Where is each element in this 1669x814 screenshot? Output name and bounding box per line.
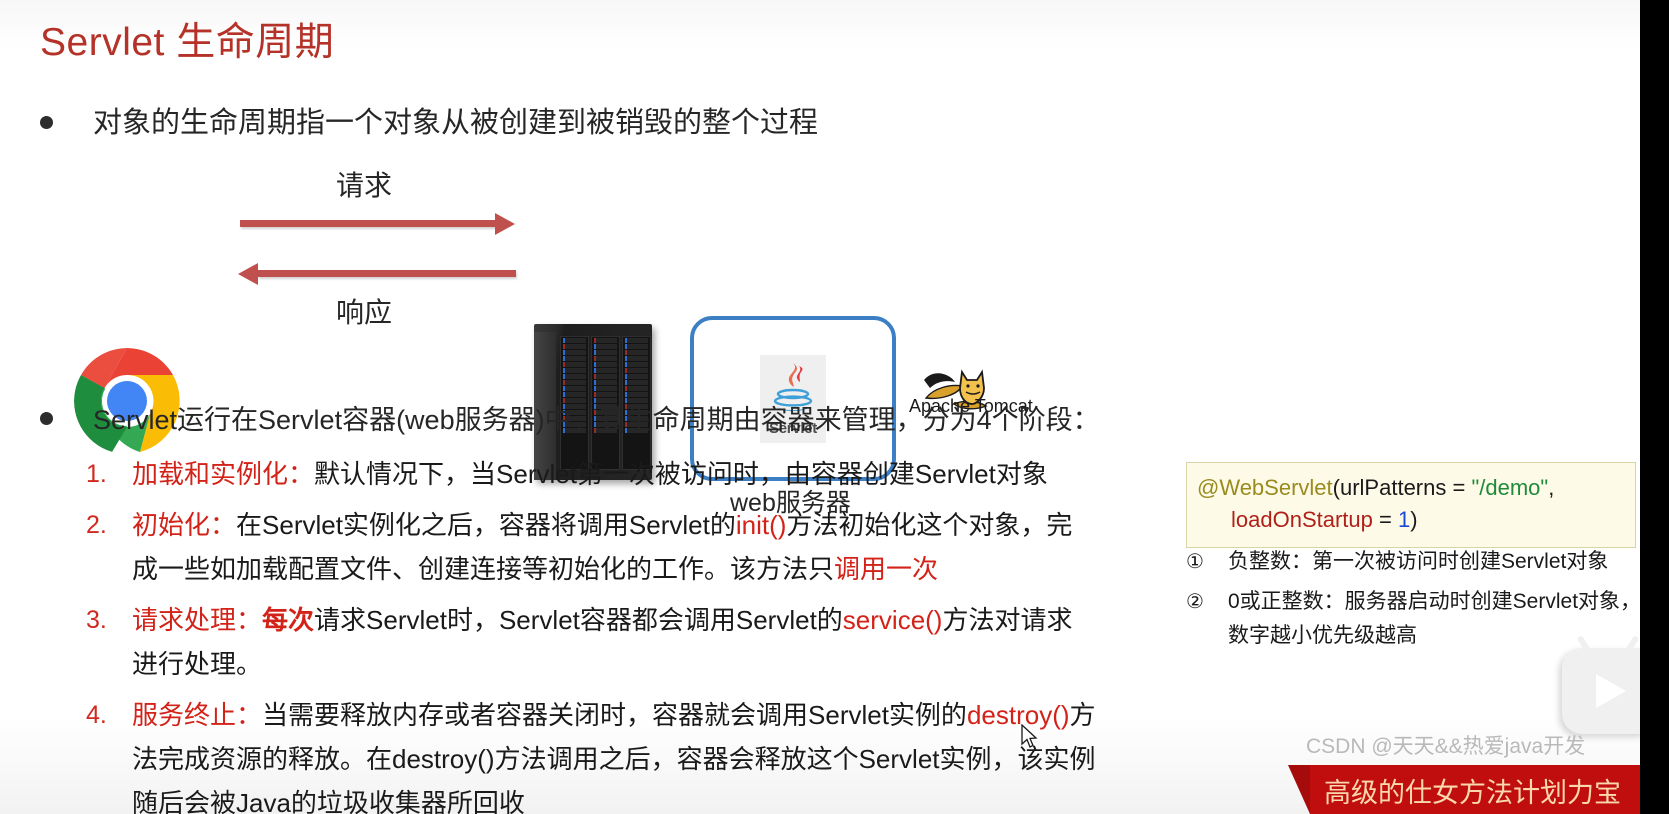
- note-marker: ①: [1186, 551, 1204, 573]
- phase-description: 默认情况下，当Servlet第一次被访问时，由容器创建Servlet对象: [314, 459, 1048, 489]
- bullet-text: 对象的生命周期指一个对象从被创建到被销毁的整个过程: [93, 107, 819, 139]
- bullet-dot-icon: [40, 116, 53, 129]
- lifecycle-diagram: 请求 响应 Servlet web服务器 Apache Tomcat: [0, 150, 1100, 517]
- phase-heading: 请求处理：: [132, 605, 263, 635]
- note-marker: ②: [1186, 591, 1204, 613]
- phase-item-destruction: 4. 服务终止：当需要释放内存或者容器关闭时，容器就会调用Servlet实例的d…: [86, 693, 1096, 814]
- phase-item-initialization: 2. 初始化：在Servlet实例化之后，容器将调用Servlet的init()…: [86, 503, 1096, 591]
- phase-code-init: init(): [735, 510, 787, 540]
- code-value-demo: "/demo": [1471, 475, 1549, 500]
- code-attr-urlpatterns: urlPatterns: [1339, 475, 1447, 500]
- code-line-2: loadOnStartup = 1): [1197, 504, 1625, 536]
- code-open-paren: (: [1332, 475, 1340, 500]
- bullet-item-lifecycle-definition: 对象的生命周期指一个对象从被创建到被销毁的整个过程: [40, 103, 818, 143]
- phase-code-destroy: destroy(): [966, 700, 1070, 730]
- slide-canvas: Servlet 生命周期 对象的生命周期指一个对象从被创建到被销毁的整个过程 请…: [0, 0, 1669, 814]
- response-arrow-label: 响应: [336, 297, 393, 328]
- note-text: 负整数：第一次被访问时创建Servlet对象: [1228, 550, 1609, 573]
- phase-number: 4.: [86, 701, 107, 729]
- csdn-watermark: CSDN @天天&&热爱java开发: [1306, 735, 1586, 758]
- bullet-text: Servlet运行在Servlet容器(web服务器)中，其生命周期由容器来管理…: [93, 405, 1100, 435]
- mouse-cursor: [1021, 724, 1038, 748]
- phase-heading: 加载和实例化：: [132, 459, 315, 489]
- phase-text: 服务终止：当需要释放内存或者容器关闭时，容器就会调用Servlet实例的dest…: [132, 693, 1096, 814]
- code-line-1: @WebServlet(urlPatterns = "/demo",: [1197, 472, 1625, 504]
- bottom-red-banner: 高级的仕女方法计划力宝: [1288, 765, 1640, 814]
- request-arrow-label: 请求: [336, 170, 393, 201]
- phase-number: 3.: [86, 606, 107, 634]
- bullet-dot-icon: [40, 412, 53, 425]
- page-title: Servlet 生命周期: [40, 21, 335, 64]
- phase-text: 初始化：在Servlet实例化之后，容器将调用Servlet的init()方法初…: [132, 503, 1096, 591]
- request-arrow: [240, 212, 520, 236]
- phase-description-a: 在Servlet实例化之后，容器将调用Servlet的: [236, 510, 736, 540]
- note-item-negative: ① 负整数：第一次被访问时创建Servlet对象: [1186, 545, 1656, 579]
- phase-heading: 初始化：: [132, 510, 237, 540]
- phase-code-service: service(): [842, 605, 943, 635]
- phase-description-a: 当需要释放内存或者容器关闭时，容器就会调用Servlet实例的: [262, 700, 967, 730]
- right-letterbox-bar: [1640, 0, 1669, 814]
- banner-text: 高级的仕女方法计划力宝: [1324, 778, 1621, 808]
- phase-text: 请求处理：每次请求Servlet时，Servlet容器都会调用Servlet的s…: [132, 598, 1096, 686]
- phase-number: 1.: [86, 460, 107, 488]
- phase-description-a: 请求Servlet时，Servlet容器都会调用Servlet的: [314, 605, 843, 635]
- code-equals: =: [1446, 475, 1472, 500]
- bullet-item-servlet-container: Servlet运行在Servlet容器(web服务器)中，其生命周期由容器来管理…: [40, 400, 1100, 440]
- note-text: 0或正整数：服务器启动时创建Servlet对象，数字越小优先级越高: [1228, 590, 1642, 647]
- lifecycle-phase-list: 1. 加载和实例化：默认情况下，当Servlet第一次被访问时，由容器创建Ser…: [86, 452, 1096, 814]
- phase-heading: 服务终止：: [132, 700, 263, 730]
- phase-number: 2.: [86, 511, 107, 539]
- phase-emphasis: 每次: [262, 605, 315, 635]
- code-attr-loadonstartup: loadOnStartup: [1231, 507, 1373, 532]
- code-value-one: 1: [1397, 507, 1411, 532]
- webservlet-annotation-code-box: @WebServlet(urlPatterns = "/demo", loadO…: [1186, 462, 1636, 548]
- code-close-paren: ): [1410, 507, 1418, 532]
- response-arrow: [236, 262, 516, 286]
- phase-item-loading: 1. 加载和实例化：默认情况下，当Servlet第一次被访问时，由容器创建Ser…: [86, 452, 1096, 496]
- phase-text: 加载和实例化：默认情况下，当Servlet第一次被访问时，由容器创建Servle…: [132, 452, 1048, 496]
- code-equals: =: [1372, 507, 1398, 532]
- phase-emphasis: 调用一次: [834, 554, 939, 584]
- code-annotation-token: @WebServlet: [1197, 475, 1333, 500]
- phase-item-request-handling: 3. 请求处理：每次请求Servlet时，Servlet容器都会调用Servle…: [86, 598, 1096, 686]
- code-comma: ,: [1548, 475, 1555, 500]
